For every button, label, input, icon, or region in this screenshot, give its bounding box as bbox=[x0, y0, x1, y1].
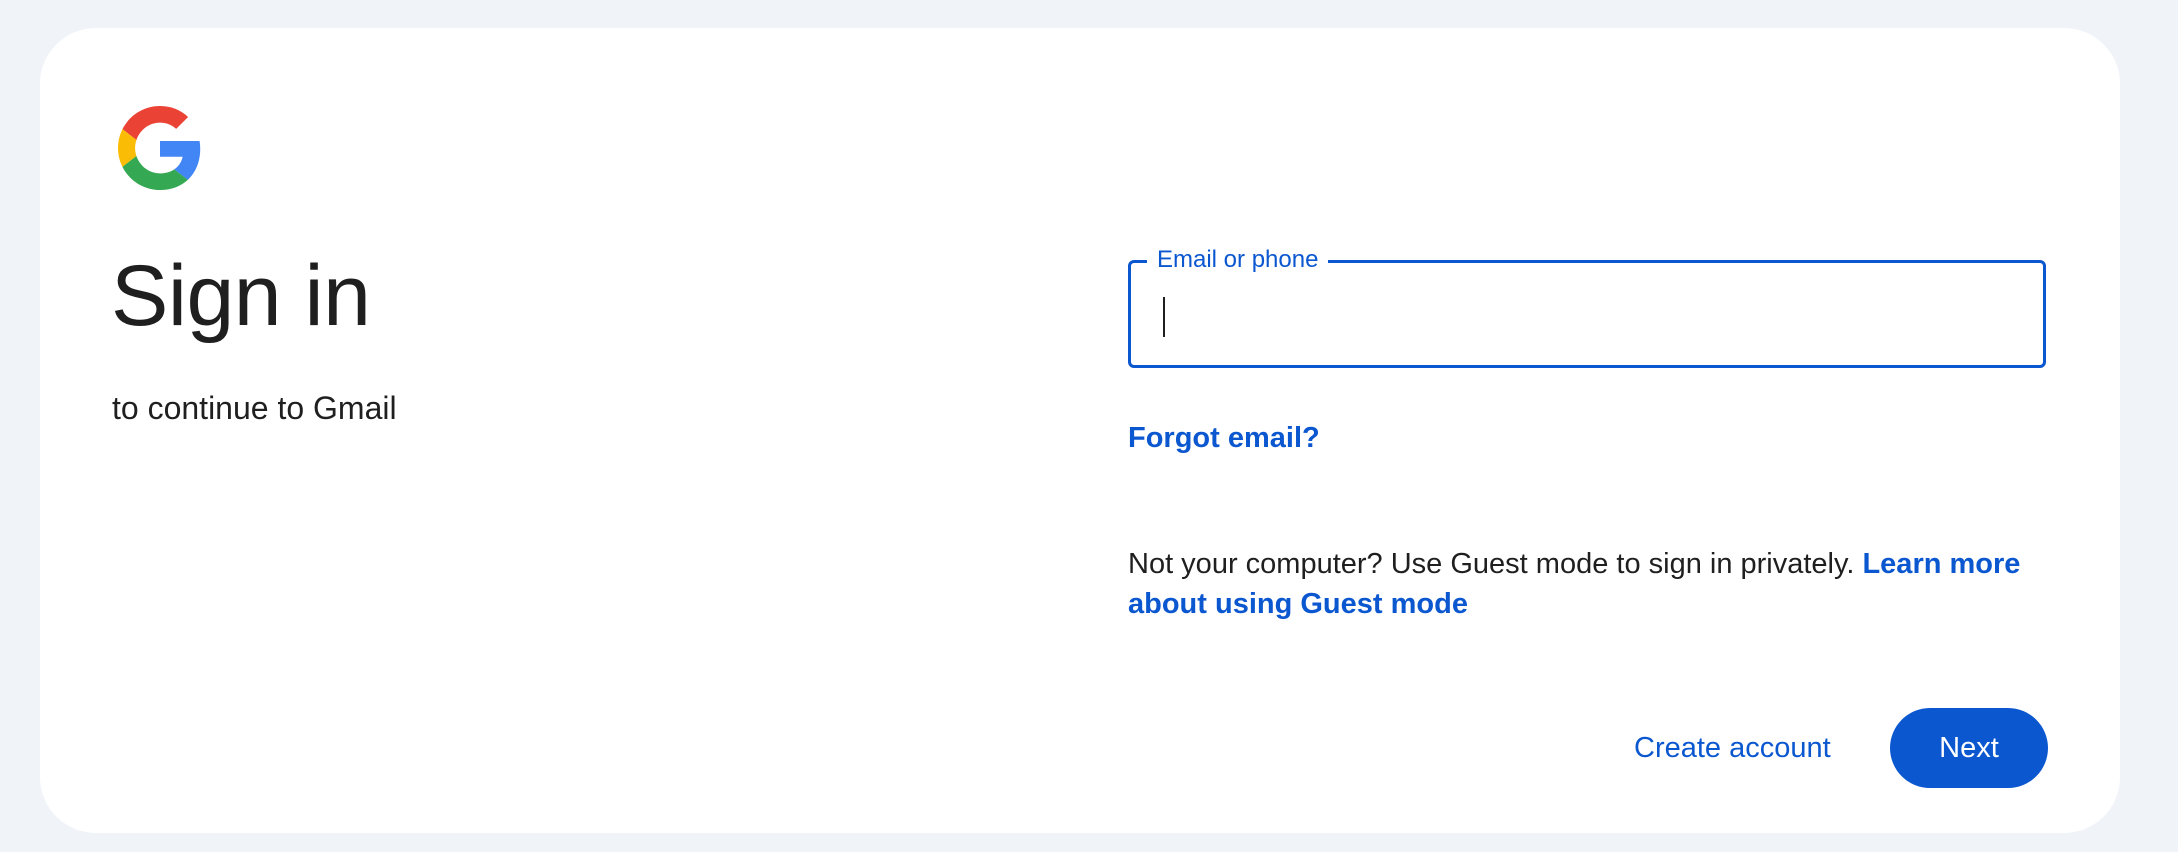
create-account-button[interactable]: Create account bbox=[1610, 708, 1855, 788]
sign-in-card: Sign in to continue to Gmail Email or ph… bbox=[40, 28, 2120, 833]
guest-mode-text: Not your computer? Use Guest mode to sig… bbox=[1128, 548, 1863, 580]
email-input[interactable] bbox=[1153, 283, 2017, 345]
page-title: Sign in bbox=[111, 248, 371, 344]
forgot-email-link[interactable]: Forgot email? bbox=[1128, 420, 1320, 456]
guest-mode-notice: Not your computer? Use Guest mode to sig… bbox=[1128, 544, 2048, 624]
next-button[interactable]: Next bbox=[1890, 708, 2048, 788]
text-caret bbox=[1163, 297, 1165, 337]
google-logo-icon bbox=[118, 106, 202, 190]
email-field-label: Email or phone bbox=[1147, 245, 1329, 275]
email-field[interactable]: Email or phone bbox=[1128, 245, 2046, 368]
page-subtitle: to continue to Gmail bbox=[112, 390, 397, 426]
